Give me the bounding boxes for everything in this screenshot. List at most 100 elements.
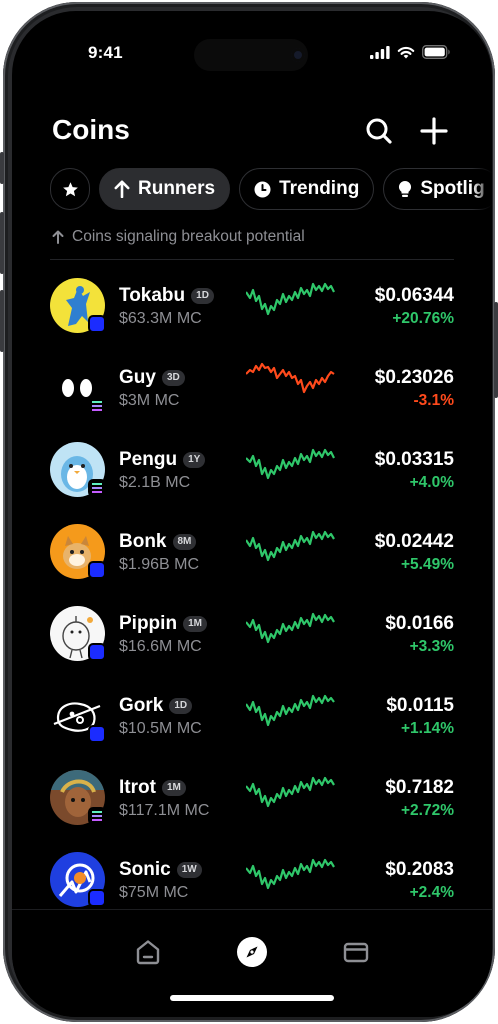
coin-name: Sonic (119, 859, 171, 880)
coin-name: Pengu (119, 449, 178, 470)
phone-frame: 9:41 Coins Runners Trending Spotlig Coin… (0, 2, 498, 1022)
coin-name-line: Pippin 1M (119, 613, 207, 635)
chip-label: Trending (279, 178, 360, 199)
coin-price: $0.06344 (374, 285, 454, 306)
arrow-up-icon (114, 180, 130, 198)
coin-market-cap: $10.5M MC (119, 720, 202, 737)
base-chain-icon (88, 315, 106, 333)
coin-row-bonk[interactable]: Bonk 8M $1.96B MC $0.02442 +5.49% (50, 516, 454, 586)
coin-row-guy[interactable]: Guy 3D $3M MC $0.23026 -3.1% (50, 352, 454, 422)
coin-change: +2.4% (409, 884, 454, 901)
coin-age-badge: 1M (183, 616, 207, 632)
coin-age-badge: 1D (169, 698, 193, 714)
coin-change: +20.76% (392, 310, 454, 327)
base-chain-icon (88, 643, 106, 661)
filter-chips: Runners Trending Spotlig (50, 168, 492, 210)
wifi-icon (397, 46, 415, 58)
coin-name: Bonk (119, 531, 167, 552)
coin-price: $0.23026 (374, 367, 454, 388)
chip-runners[interactable]: Runners (99, 168, 231, 210)
sparkline-chart (246, 282, 335, 316)
coin-age-badge: 1Y (183, 452, 206, 468)
solana-chain-icon (88, 479, 106, 497)
sparkline-chart (246, 362, 335, 394)
coin-name-line: Tokabu 1D (119, 285, 214, 307)
base-chain-icon (88, 561, 106, 579)
coin-name: Guy (119, 367, 156, 388)
bulb-icon (399, 180, 412, 197)
chips-fade (472, 161, 492, 217)
coin-price: $0.02442 (374, 531, 454, 552)
coin-row-gork[interactable]: Gork 1D $10.5M MC $0.0115 +1.14% (50, 680, 454, 750)
volume-down-button (0, 290, 4, 352)
sparkline-chart (246, 612, 335, 644)
tab-explore[interactable] (232, 932, 272, 972)
coin-change: +4.0% (409, 474, 454, 491)
filter-description: Coins signaling breakout potential (52, 228, 305, 246)
front-camera (291, 48, 305, 62)
sparkline-chart (246, 448, 335, 480)
coin-name: Itrot (119, 777, 156, 798)
coin-row-tokabu[interactable]: Tokabu 1D $63.3M MC $0.06344 +20.76% (50, 270, 454, 340)
sparkline-chart (246, 776, 335, 808)
coin-age-badge: 1W (176, 862, 202, 878)
coin-name-line: Sonic 1W (119, 859, 202, 881)
coin-price: $0.7182 (385, 777, 454, 798)
coin-age-badge: 1M (161, 780, 186, 796)
coin-market-cap: $3M MC (119, 392, 180, 409)
coin-price: $0.0166 (385, 613, 454, 634)
battery-icon (422, 45, 450, 59)
coin-market-cap: $2.1B MC (119, 474, 191, 491)
coin-row-pengu[interactable]: Pengu 1Y $2.1B MC $0.03315 +4.0% (50, 434, 454, 504)
coin-name: Pippin (119, 613, 178, 634)
sparkline-chart (246, 694, 335, 727)
coin-price: $0.0115 (386, 695, 454, 716)
coin-name-line: Pengu 1Y (119, 449, 206, 471)
coin-name-line: Bonk 8M (119, 531, 197, 553)
wallet-icon (343, 942, 369, 963)
coin-price: $0.2083 (385, 859, 454, 880)
tab-wallet[interactable] (336, 932, 376, 972)
screen: 9:41 Coins Runners Trending Spotlig Coin… (12, 11, 492, 1017)
coin-market-cap: $16.6M MC (119, 638, 202, 655)
cellular-signal-icon (370, 45, 390, 59)
coin-name-line: Itrot 1M (119, 777, 186, 799)
coin-change: +3.3% (409, 638, 454, 655)
coin-name: Gork (119, 695, 164, 716)
chip-favorites[interactable] (50, 168, 90, 210)
search-button[interactable] (363, 115, 395, 147)
tab-home[interactable] (128, 932, 168, 972)
divider (50, 259, 454, 260)
coin-age-badge: 1D (191, 288, 214, 304)
coin-market-cap: $75M MC (119, 884, 189, 901)
coin-price: $0.03315 (374, 449, 454, 470)
coin-market-cap: $63.3M MC (119, 310, 202, 327)
add-button[interactable] (418, 115, 450, 147)
coin-market-cap: $1.96B MC (119, 556, 200, 573)
solana-chain-icon (88, 397, 106, 415)
plus-icon (420, 117, 448, 145)
star-icon (62, 181, 78, 196)
coin-name: Tokabu (119, 285, 186, 306)
compass-icon (237, 937, 267, 967)
coin-name-line: Gork 1D (119, 695, 193, 717)
coin-age-badge: 8M (172, 534, 197, 550)
status-time: 9:41 (88, 43, 123, 62)
volume-up-button (0, 212, 4, 274)
base-chain-icon (88, 725, 106, 743)
base-chain-icon (88, 889, 106, 907)
coin-age-badge: 3D (161, 370, 185, 386)
coin-row-itrot[interactable]: Itrot 1M $117.1M MC $0.7182 +2.72% (50, 762, 454, 832)
coin-name-line: Guy 3D (119, 367, 185, 389)
chip-label: Runners (138, 178, 216, 199)
page-title: Coins (52, 114, 130, 145)
home-icon (136, 940, 160, 965)
coin-row-pippin[interactable]: Pippin 1M $16.6M MC $0.0166 +3.3% (50, 598, 454, 668)
coin-row-sonic[interactable]: Sonic 1W $75M MC $0.2083 +2.4% (50, 844, 454, 914)
sparkline-chart (246, 858, 335, 890)
status-icons (370, 45, 451, 59)
chip-trending[interactable]: Trending (239, 168, 375, 210)
action-button (0, 152, 4, 184)
solana-chain-icon (88, 807, 106, 825)
arrow-up-icon (52, 230, 64, 244)
